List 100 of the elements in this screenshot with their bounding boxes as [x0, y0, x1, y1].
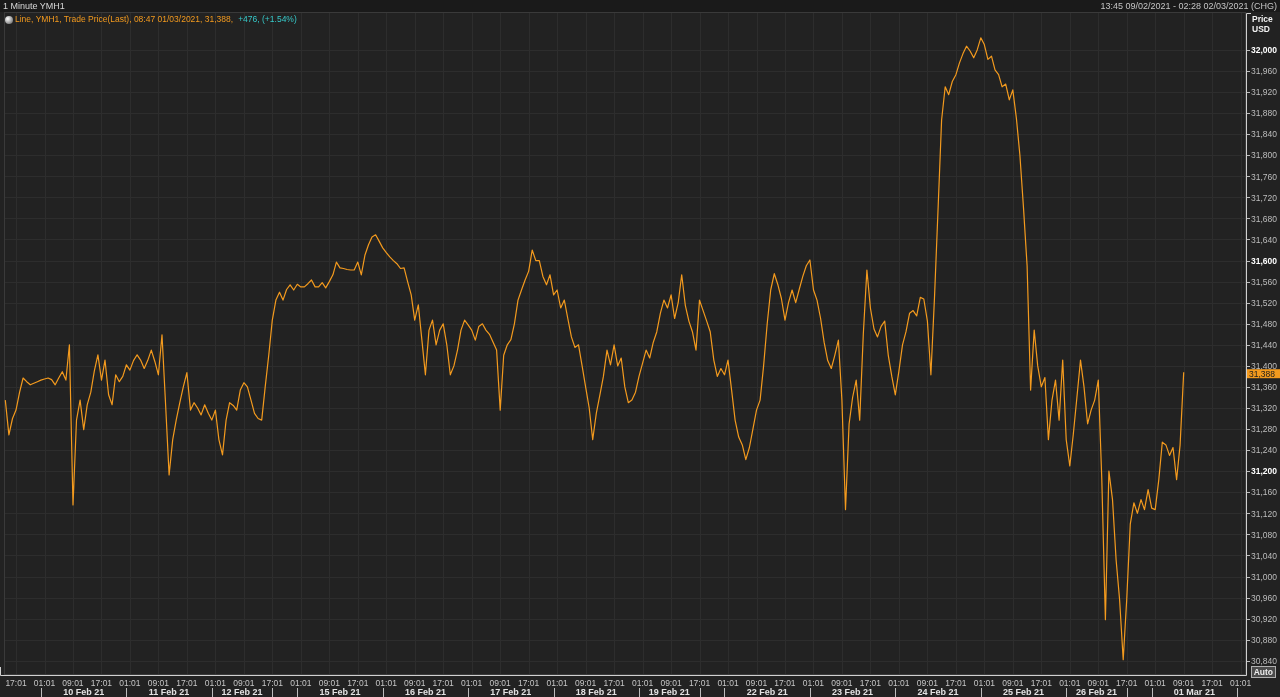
time-axis-label: 17:01: [945, 678, 967, 688]
time-axis-label: 09:01: [1087, 678, 1109, 688]
price-axis-label: 31,120: [1246, 508, 1277, 519]
y-tick-label: 31,600: [1251, 255, 1278, 266]
price-axis-label: 30,960: [1246, 592, 1277, 603]
date-label: 18 Feb 21: [575, 687, 617, 697]
y-tick-label: 31,520: [1251, 297, 1278, 308]
y-tick-label: 31,000: [1251, 571, 1278, 582]
y-tick-label: 31,680: [1251, 213, 1278, 224]
y-tick-label: 30,920: [1251, 613, 1278, 624]
time-axis-label: 01:01: [888, 678, 910, 688]
y-tick-label: 31,880: [1251, 108, 1278, 119]
price-axis-label: 31,720: [1246, 192, 1277, 203]
y-tick-label: 31,160: [1251, 487, 1278, 498]
sphere-icon[interactable]: [5, 15, 13, 24]
price-axis-label: 31,080: [1246, 529, 1277, 540]
time-axis-label: 01:01: [1144, 678, 1166, 688]
time-axis-label: 17:01: [1030, 678, 1052, 688]
time-axis-label: 17:01: [176, 678, 198, 688]
time-axis-label: 17:01: [603, 678, 625, 688]
time-axis-label: 01:01: [33, 678, 56, 688]
time-axis-label: 17:01: [859, 678, 882, 688]
price-axis-label: 31,960: [1246, 66, 1277, 77]
time-axis-label: 17:01: [90, 678, 113, 688]
time-axis-label: 09:01: [1173, 678, 1195, 688]
price-axis-label: 31,160: [1246, 487, 1277, 498]
date-label: 26 Feb 21: [1075, 687, 1117, 697]
y-tick-label: 30,880: [1251, 634, 1278, 645]
price-axis-label: 31,920: [1246, 87, 1277, 98]
date-label: 23 Feb 21: [832, 687, 874, 697]
price-axis-label: 31,560: [1246, 276, 1277, 287]
date-label: 10 Feb 21: [63, 687, 105, 697]
y-tick-label: 31,960: [1251, 66, 1278, 77]
y-tick-label: 31,360: [1251, 382, 1278, 393]
date-label: 19 Feb 21: [648, 687, 690, 697]
y-tick-label: 30,840: [1251, 655, 1278, 666]
y-tick-label: 31,320: [1251, 403, 1278, 414]
change-text: +476, (+1.54%): [238, 14, 297, 25]
time-axis-label: 17:01: [5, 678, 27, 688]
time-axis-label: 09:01: [404, 678, 426, 688]
y-tick-label: 31,440: [1251, 340, 1278, 351]
time-axis-label: 17:01: [688, 678, 711, 688]
time-axis-label: 09:01: [318, 678, 340, 688]
price-axis-label: 31,040: [1246, 550, 1277, 561]
price-axis-label: 32,000: [1246, 45, 1277, 56]
time-axis-label: 17:01: [432, 678, 454, 688]
price-axis-label: 31,640: [1246, 234, 1277, 245]
price-axis-label: 31,800: [1246, 150, 1277, 161]
price-axis-label: 31,880: [1246, 108, 1277, 119]
time-axis-label: 09:01: [233, 678, 255, 688]
time-axis-label: 01:01: [119, 678, 141, 688]
date-label: 12 Feb 21: [221, 687, 263, 697]
price-axis-label: 31,360: [1246, 382, 1277, 393]
date-label: 22 Feb 21: [746, 687, 788, 697]
price-axis-label: 30,840: [1246, 656, 1277, 666]
time-axis-label: 01:01: [1059, 678, 1081, 688]
time-axis-label: 09:01: [62, 678, 84, 688]
time-axis-label: 01:01: [1230, 678, 1252, 688]
price-axis-label: 31,440: [1246, 340, 1277, 350]
time-axis-label: 09:01: [489, 678, 511, 688]
y-tick-label: 31,760: [1251, 171, 1278, 182]
time-axis-label: 17:01: [518, 678, 540, 688]
y-tick-label: 31,800: [1251, 150, 1278, 161]
y-tick-label: 31,560: [1251, 276, 1278, 287]
time-axis-label: 01:01: [631, 678, 654, 688]
axis-title: Price USD: [1252, 14, 1274, 34]
price-axis-label: 31,520: [1246, 297, 1277, 308]
time-axis-label: 01:01: [973, 678, 995, 688]
price-axis-label: 31,240: [1246, 445, 1277, 456]
time-axis-label: 09:01: [147, 678, 170, 688]
y-tick-label: 31,080: [1251, 529, 1278, 540]
time-axis-label: 09:01: [1002, 678, 1024, 688]
price-axis-label: 31,320: [1246, 403, 1277, 414]
last-price-tag: 31,388: [1247, 368, 1280, 379]
price-axis-label: 31,760: [1246, 171, 1277, 182]
time-axis-label: 01:01: [802, 678, 825, 688]
window-title: 1 Minute YMH1: [3, 0, 65, 12]
y-tick-label: 31,840: [1251, 129, 1278, 140]
date-label: 25 Feb 21: [1003, 687, 1044, 697]
time-axis-label: 01:01: [461, 678, 483, 688]
y-tick-label: 31,040: [1251, 550, 1278, 561]
time-axis-label: 01:01: [204, 678, 226, 688]
date-label: 01 Mar 21: [1173, 687, 1215, 697]
y-tick-label: 32,000: [1251, 45, 1278, 56]
time-axis-label: 17:01: [1201, 678, 1223, 688]
time-axis-label: 17:01: [347, 678, 369, 688]
price-axis-label: 30,920: [1246, 613, 1277, 624]
y-tick-label: 30,960: [1251, 592, 1278, 603]
y-tick-label: 31,200: [1251, 466, 1278, 477]
y-tick-label: 31,240: [1251, 445, 1278, 456]
date-range-text: 13:45 09/02/2021 - 02:28 02/03/2021 (CHG): [1100, 0, 1277, 12]
legend-text: Line, YMH1, Trade Price(Last), 08:47 01/03/2021, 31,388,: [15, 14, 234, 25]
price-axis-label: 31,480: [1246, 318, 1277, 329]
y-tick-label: 31,920: [1251, 87, 1278, 98]
auto-button[interactable]: Auto: [1250, 666, 1276, 678]
price-axis-label: 31,680: [1246, 213, 1277, 224]
time-axis-label: 17:01: [1116, 678, 1138, 688]
time-axis-label: 09:01: [831, 678, 853, 688]
time-axis-label: 09:01: [916, 678, 938, 688]
y-tick-label: 31,120: [1251, 508, 1278, 519]
